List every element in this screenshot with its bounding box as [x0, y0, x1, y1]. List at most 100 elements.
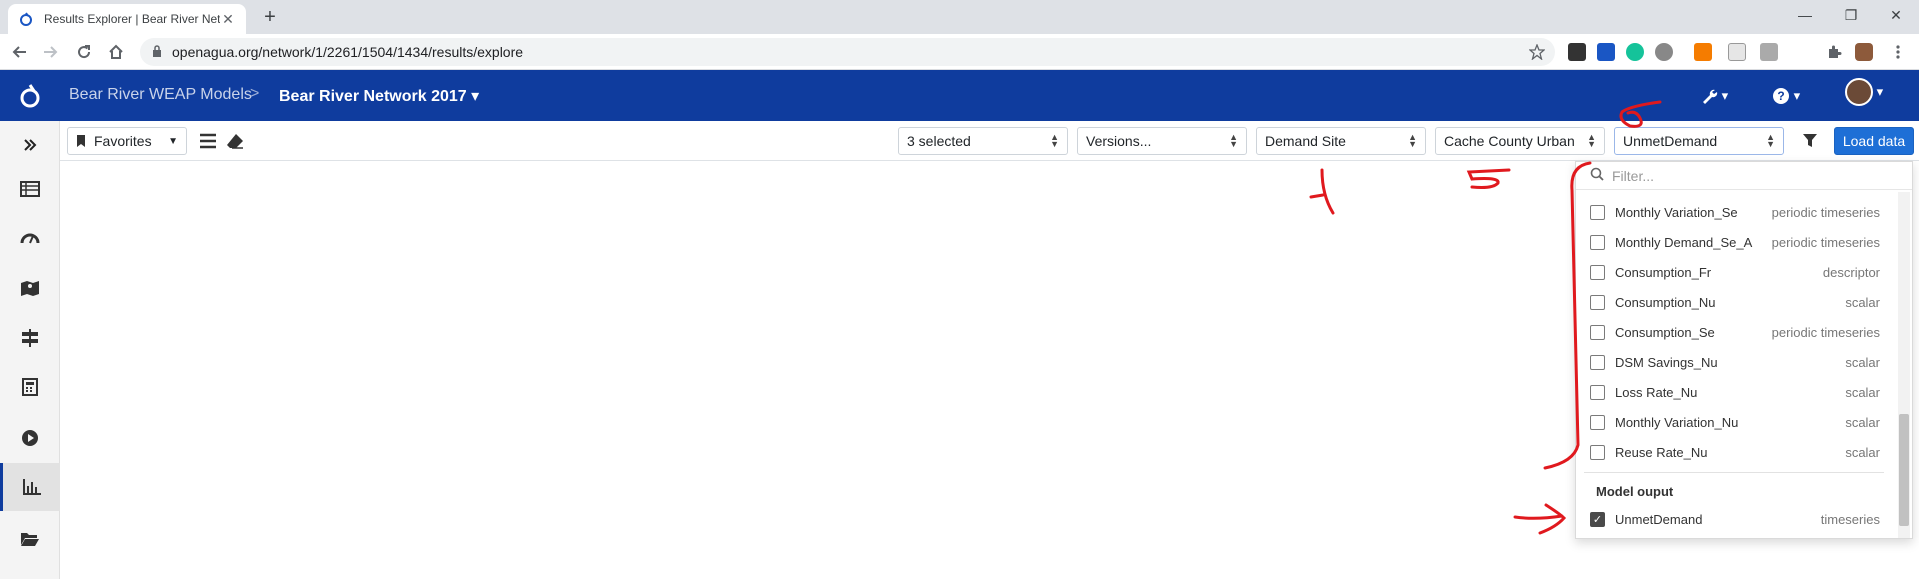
checkbox[interactable] — [1590, 264, 1605, 280]
load-data-button[interactable]: Load data — [1834, 127, 1914, 155]
annotation-5-label: 5 — [1480, 184, 1481, 186]
item-label: Reuse Rate_Nu — [1615, 444, 1708, 460]
folder-open-icon — [21, 533, 39, 546]
list-item[interactable]: Consumption_Se periodic timeseries — [1590, 317, 1880, 347]
node-type-select[interactable]: Demand Site ▲ ▼ — [1256, 127, 1426, 155]
sidebar-item-list[interactable] — [0, 165, 60, 213]
versions-select[interactable]: Versions... ▲ ▼ — [1077, 127, 1247, 155]
extension-icon[interactable] — [1655, 43, 1673, 61]
list-item[interactable]: Monthly Variation_Se periodic timeseries — [1590, 197, 1880, 227]
browser-tab[interactable]: Results Explorer | Bear River Netw ✕ — [8, 4, 246, 34]
sidebar-item-run[interactable] — [0, 414, 60, 462]
variable-select[interactable]: UnmetDemand ▲ ▼ — [1614, 127, 1784, 155]
filter-icon[interactable] — [1803, 134, 1817, 153]
list-icon — [20, 181, 40, 197]
extension-icon[interactable] — [1597, 43, 1615, 61]
help-menu-button[interactable]: ? ▾ — [1772, 84, 1800, 108]
extension-icon[interactable] — [1760, 43, 1778, 61]
extensions-puzzle-icon[interactable] — [1822, 40, 1846, 64]
item-label: Consumption_Se — [1615, 324, 1715, 340]
select-arrows-icon: ▲ ▼ — [1050, 132, 1059, 149]
close-window-icon[interactable]: ✕ — [1873, 0, 1919, 30]
home-icon[interactable] — [104, 40, 128, 64]
caret-down-icon: ▼ — [168, 135, 178, 147]
list-item[interactable]: Reuse Rate_Nu scalar — [1590, 437, 1880, 467]
checkbox[interactable] — [1590, 234, 1605, 250]
list-item[interactable]: Loss Rate_Nu scalar — [1590, 377, 1880, 407]
reload-icon[interactable] — [72, 40, 96, 64]
variable-dropdown-panel: Filter... Monthly Variation_Se periodic … — [1575, 161, 1913, 539]
breadcrumb-project[interactable]: Bear River WEAP Models — [69, 86, 252, 104]
list-item[interactable]: Monthly Variation_Nu scalar — [1590, 407, 1880, 437]
extension-icon[interactable] — [1694, 43, 1712, 61]
sidebar-item-dashboard[interactable] — [0, 214, 60, 262]
checkbox[interactable] — [1590, 324, 1605, 340]
item-type: periodic timeseries — [1771, 204, 1880, 220]
openagua-favicon-icon — [18, 11, 34, 27]
close-tab-icon[interactable]: ✕ — [220, 11, 236, 28]
list-item[interactable]: Monthly Demand_Se_A periodic timeseries — [1590, 227, 1880, 257]
browser-toolbar: openagua.org/network/1/2261/1504/1434/re… — [0, 34, 1919, 70]
node-select[interactable]: Cache County Urban ▲ ▼ — [1435, 127, 1605, 155]
help-icon: ? — [1773, 88, 1789, 104]
node-type-select-value: Demand Site — [1265, 133, 1346, 149]
eraser-icon[interactable] — [226, 133, 244, 154]
restore-icon[interactable]: ❐ — [1828, 0, 1874, 30]
list-item-selected[interactable]: ✓ UnmetDemand timeseries — [1590, 504, 1880, 534]
profile-avatar-icon[interactable] — [1855, 43, 1873, 61]
checkbox[interactable] — [1590, 444, 1605, 460]
filter-input[interactable]: Filter... — [1576, 162, 1912, 190]
openagua-logo-icon[interactable] — [16, 82, 44, 110]
item-type: descriptor — [1822, 264, 1880, 280]
item-type: scalar — [1845, 294, 1880, 310]
item-type: periodic timeseries — [1771, 234, 1880, 250]
breadcrumb-separator: > — [250, 85, 260, 102]
forward-icon[interactable] — [38, 40, 62, 64]
bar-chart-icon — [22, 479, 41, 495]
sidebar-item-files[interactable] — [0, 515, 60, 563]
address-bar[interactable]: openagua.org/network/1/2261/1504/1434/re… — [140, 38, 1555, 66]
extension-icon[interactable] — [1792, 43, 1810, 61]
annotation-arrow — [1513, 503, 1567, 535]
sidebar-item-calculator[interactable] — [0, 363, 60, 411]
breadcrumb-network[interactable]: Bear River Network 2017 ▾ — [279, 86, 479, 106]
bookmark-star-icon[interactable] — [1525, 40, 1549, 64]
checkbox[interactable] — [1590, 204, 1605, 220]
group-header: Model ouput — [1596, 484, 1674, 499]
lock-icon — [152, 44, 162, 60]
item-label: DSM Savings_Nu — [1615, 354, 1718, 370]
expand-sidebar-icon[interactable] — [0, 121, 60, 169]
sidebar-item-results[interactable] — [0, 463, 60, 511]
back-icon[interactable] — [8, 40, 32, 64]
scenario-select[interactable]: 3 selected ▲ ▼ — [898, 127, 1068, 155]
checkbox-checked[interactable]: ✓ — [1590, 511, 1605, 527]
checkbox[interactable] — [1590, 384, 1605, 400]
favorites-dropdown[interactable]: Favorites ▼ — [67, 127, 187, 155]
sign-icon — [22, 329, 38, 347]
list-item[interactable]: DSM Savings_Nu scalar — [1590, 347, 1880, 377]
url-text: openagua.org/network/1/2261/1504/1434/re… — [172, 44, 524, 60]
item-label: Monthly Demand_Se_A — [1615, 234, 1753, 250]
item-type: scalar — [1845, 414, 1880, 430]
checkbox[interactable] — [1590, 414, 1605, 430]
extension-icon[interactable] — [1728, 43, 1746, 61]
select-arrows-icon: ▲ ▼ — [1766, 132, 1775, 149]
dropdown-scrollbar[interactable] — [1898, 192, 1910, 538]
sidebar-item-map[interactable] — [0, 264, 60, 312]
browser-tab-strip: Results Explorer | Bear River Netw ✕ + —… — [0, 0, 1919, 34]
checkbox[interactable] — [1590, 354, 1605, 370]
versions-select-value: Versions... — [1086, 133, 1152, 149]
sidebar-item-network[interactable] — [0, 314, 60, 362]
extension-icon[interactable] — [1568, 43, 1586, 61]
scrollbar-thumb[interactable] — [1899, 414, 1909, 526]
more-menu-icon[interactable] — [1886, 40, 1910, 64]
minimize-icon[interactable]: — — [1782, 0, 1828, 30]
checkbox[interactable] — [1590, 294, 1605, 310]
list-view-icon[interactable] — [199, 133, 217, 154]
list-item[interactable]: Consumption_Nu scalar — [1590, 287, 1880, 317]
grammarly-icon[interactable] — [1626, 43, 1644, 61]
tools-menu-button[interactable]: ▾ — [1700, 84, 1728, 108]
list-item[interactable]: Consumption_Fr descriptor — [1590, 257, 1880, 287]
user-menu-button[interactable]: ▾ — [1845, 78, 1883, 106]
new-tab-button[interactable]: + — [258, 6, 282, 30]
